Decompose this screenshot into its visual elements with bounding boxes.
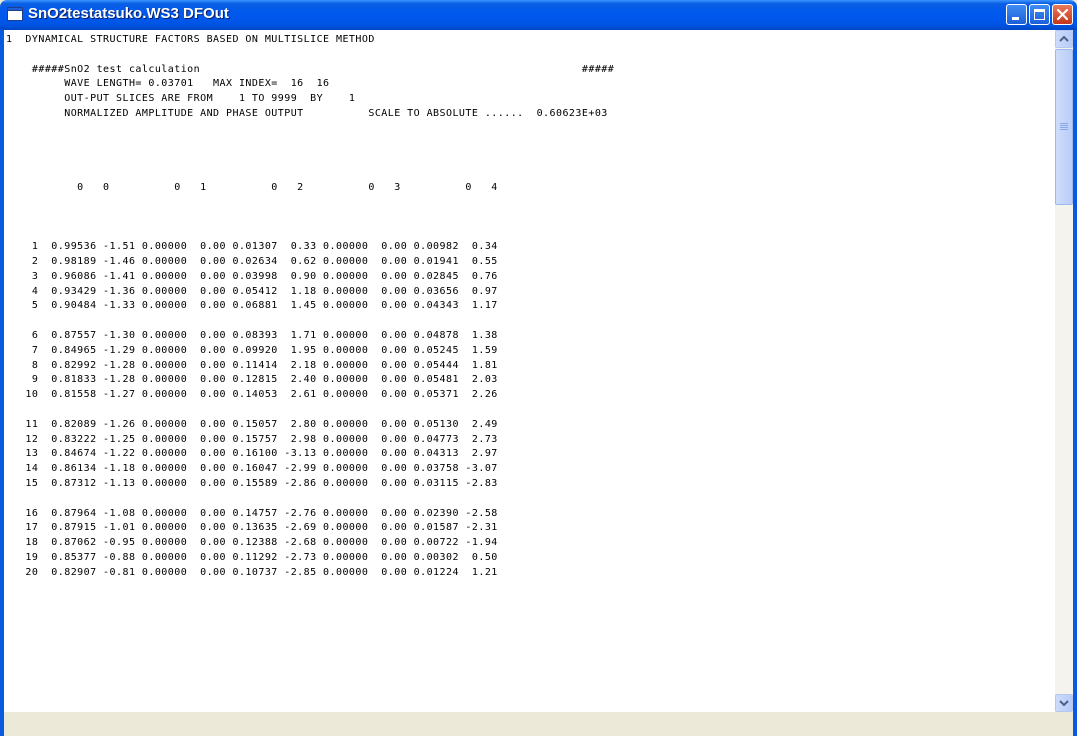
app-window: SnO2testatsuko.WS3 DFOut 1 DYNAMICAL STR… [0, 0, 1077, 736]
output-line: 4 0.93429 -1.36 0.00000 0.00 0.05412 1.1… [6, 285, 498, 297]
output-line: 2 0.98189 -1.46 0.00000 0.00 0.02634 0.6… [6, 256, 498, 267]
output-line: 0 0 0 1 0 2 0 3 0 4 [6, 182, 498, 193]
output-line: 13 0.84674 -1.22 0.00000 0.00 0.16100 -3… [6, 448, 498, 460]
output-line: 8 0.82992 -1.28 0.00000 0.00 0.11414 2.1… [6, 359, 498, 371]
output-line: 5 0.90484 -1.33 0.00000 0.00 0.06881 1.4… [6, 300, 498, 312]
output-line: 7 0.84965 -1.29 0.00000 0.00 0.09920 1.9… [6, 344, 498, 356]
output-line: OUT-PUT SLICES ARE FROM 1 TO 9999 BY 1 [6, 93, 356, 105]
output-line: #####SnO2 test calculation ##### [6, 63, 615, 75]
close-button[interactable] [1052, 4, 1073, 25]
vertical-scrollbar[interactable] [1055, 30, 1073, 712]
output-line: 6 0.87557 -1.30 0.00000 0.00 0.08393 1.7… [6, 330, 498, 341]
maximize-icon [1034, 9, 1045, 20]
output-line: NORMALIZED AMPLITUDE AND PHASE OUTPUT SC… [6, 108, 608, 119]
window-bottom-area [4, 712, 1073, 736]
scroll-down-button[interactable] [1055, 694, 1073, 712]
title-bar[interactable]: SnO2testatsuko.WS3 DFOut [0, 0, 1077, 30]
output-line: 9 0.81833 -1.28 0.00000 0.00 0.12815 2.4… [6, 374, 498, 386]
scroll-up-arrow-icon [1059, 35, 1069, 42]
output-line: 10 0.81558 -1.27 0.00000 0.00 0.14053 2.… [6, 389, 498, 401]
window-frame-right [1073, 30, 1077, 736]
output-pane: 1 DYNAMICAL STRUCTURE FACTORS BASED ON M… [4, 30, 1073, 712]
output-line: 3 0.96086 -1.41 0.00000 0.00 0.03998 0.9… [6, 270, 498, 282]
output-text-area[interactable]: 1 DYNAMICAL STRUCTURE FACTORS BASED ON M… [4, 30, 1055, 712]
output-line: 17 0.87915 -1.01 0.00000 0.00 0.13635 -2… [6, 522, 498, 534]
minimize-button[interactable] [1006, 4, 1027, 25]
scroll-up-button[interactable] [1055, 30, 1073, 48]
output-line: 1 0.99536 -1.51 0.00000 0.00 0.01307 0.3… [6, 241, 498, 253]
scroll-down-arrow-icon [1059, 700, 1069, 707]
window-icon[interactable] [7, 7, 23, 21]
output-line: 20 0.82907 -0.81 0.00000 0.00 0.10737 -2… [6, 566, 498, 578]
output-line: 15 0.87312 -1.13 0.00000 0.00 0.15589 -2… [6, 478, 498, 489]
close-icon [1056, 8, 1069, 21]
output-line: 12 0.83222 -1.25 0.00000 0.00 0.15757 2.… [6, 433, 498, 445]
output-line: 1 DYNAMICAL STRUCTURE FACTORS BASED ON M… [6, 34, 375, 45]
output-line: 14 0.86134 -1.18 0.00000 0.00 0.16047 -2… [6, 463, 498, 475]
output-line: 19 0.85377 -0.88 0.00000 0.00 0.11292 -2… [6, 552, 498, 563]
maximize-button[interactable] [1029, 4, 1050, 25]
output-line: 16 0.87964 -1.08 0.00000 0.00 0.14757 -2… [6, 507, 498, 519]
scroll-thumb[interactable] [1055, 49, 1073, 205]
minimize-icon [1012, 17, 1019, 20]
output-line: 11 0.82089 -1.26 0.00000 0.00 0.15057 2.… [6, 418, 498, 430]
output-line: WAVE LENGTH= 0.03701 MAX INDEX= 16 16 [6, 78, 330, 90]
window-title: SnO2testatsuko.WS3 DFOut [28, 5, 229, 22]
output-line: 18 0.87062 -0.95 0.00000 0.00 0.12388 -2… [6, 537, 498, 549]
